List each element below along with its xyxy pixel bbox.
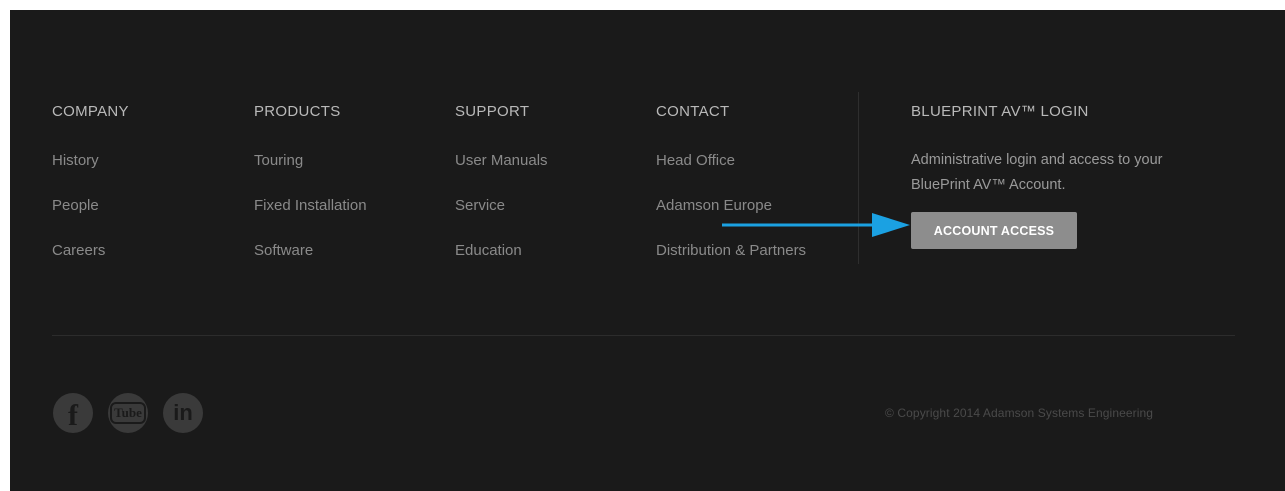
- account-access-button[interactable]: ACCOUNT ACCESS: [911, 212, 1077, 249]
- link-service[interactable]: Service: [455, 197, 505, 214]
- footer-divider: [52, 335, 1235, 336]
- arrow-annotation-icon: [722, 213, 910, 237]
- link-touring[interactable]: Touring: [254, 152, 303, 169]
- link-people[interactable]: People: [52, 197, 99, 214]
- link-distribution-partners[interactable]: Distribution & Partners: [656, 242, 806, 259]
- footer-column-products: PRODUCTS Touring Fixed Installation Soft…: [254, 102, 367, 261]
- facebook-icon[interactable]: f: [53, 393, 93, 433]
- footer-column-support: SUPPORT User Manuals Service Education: [455, 102, 548, 261]
- link-user-manuals[interactable]: User Manuals: [455, 152, 548, 169]
- site-footer: COMPANY History People Careers PRODUCTS …: [10, 10, 1285, 491]
- link-education[interactable]: Education: [455, 242, 522, 259]
- footer-column-company: COMPANY History People Careers: [52, 102, 129, 261]
- blueprint-login-section: BLUEPRINT AV™ LOGIN Administrative login…: [911, 102, 1241, 249]
- link-careers[interactable]: Careers: [52, 242, 105, 259]
- column-title-contact: CONTACT: [656, 103, 730, 120]
- link-head-office[interactable]: Head Office: [656, 152, 735, 169]
- column-title-support: SUPPORT: [455, 103, 530, 120]
- copyright-text: © Copyright 2014 Adamson Systems Enginee…: [885, 406, 1154, 420]
- column-title-company: COMPANY: [52, 103, 129, 120]
- linkedin-icon[interactable]: in: [163, 393, 203, 433]
- social-links: f Tube in: [53, 393, 203, 433]
- column-title-products: PRODUCTS: [254, 103, 341, 120]
- login-title: BLUEPRINT AV™ LOGIN: [911, 103, 1089, 120]
- link-fixed-installation[interactable]: Fixed Installation: [254, 197, 367, 214]
- link-software[interactable]: Software: [254, 242, 313, 259]
- login-description: Administrative login and access to your …: [911, 152, 1163, 193]
- link-history[interactable]: History: [52, 152, 99, 169]
- youtube-icon[interactable]: Tube: [108, 393, 148, 433]
